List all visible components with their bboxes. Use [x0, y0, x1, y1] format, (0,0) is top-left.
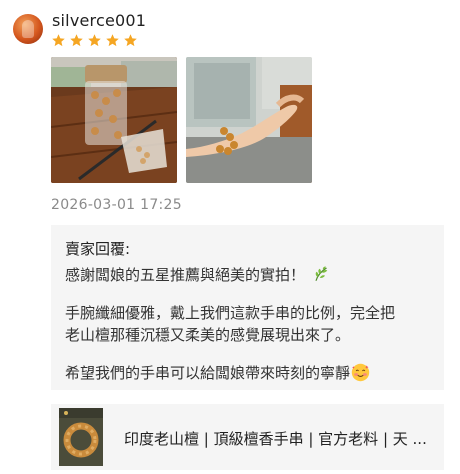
- seller-reply-line: 老山檀那種沉穩又柔美的感覺展現出來了。: [65, 326, 351, 344]
- seller-reply-line: 手腕纖細優雅，戴上我們這款手串的比例，完全把: [65, 304, 396, 322]
- product-thumbnail[interactable]: [59, 408, 103, 466]
- star-icon: [70, 34, 83, 47]
- seller-reply-line: 感謝闆娘的五星推薦與絕美的實拍！: [65, 264, 331, 285]
- star-icon: [124, 34, 137, 47]
- star-icon: [52, 34, 65, 47]
- product-card[interactable]: 印度老山檀 | 頂級檀香手串 | 官方老料 | 天 ...: [51, 404, 444, 470]
- review-timestamp: 2026-03-01 17:25: [51, 197, 182, 213]
- smiling-face-icon: [351, 363, 370, 382]
- seller-reply: 賣家回覆: 感謝闆娘的五星推薦與絕美的實拍！ 手腕纖細優雅，戴上我們這款手串的比…: [51, 225, 444, 390]
- rating-stars: [51, 33, 138, 48]
- leaf-icon: [315, 266, 328, 281]
- seller-reply-line: 希望我們的手串可以給闆娘帶來時刻的寧靜: [65, 362, 370, 383]
- seller-reply-title: 賣家回覆:: [65, 240, 131, 258]
- review-photo-bead-jar[interactable]: [51, 57, 177, 183]
- star-icon: [88, 34, 101, 47]
- review-photo-wrist-bracelet[interactable]: [186, 57, 312, 183]
- reviewer-username[interactable]: silverce001: [52, 11, 146, 30]
- product-name[interactable]: 印度老山檀 | 頂級檀香手串 | 官方老料 | 天 ...: [124, 428, 434, 449]
- star-icon: [106, 34, 119, 47]
- user-avatar[interactable]: [13, 14, 43, 44]
